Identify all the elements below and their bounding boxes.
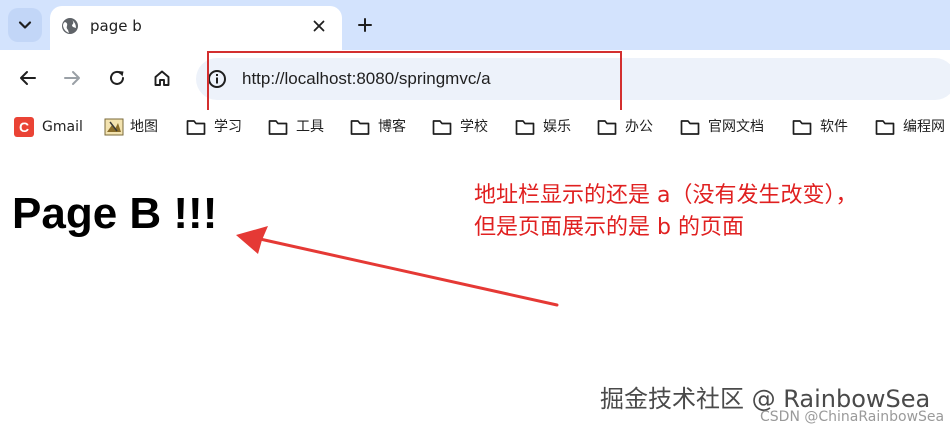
gmail-icon: C [14,117,34,137]
close-icon [313,20,325,32]
home-icon [154,70,170,86]
chevron-down-icon [18,21,32,29]
map-icon [104,118,124,136]
folder-icon [350,120,370,135]
bookmark-folder-office[interactable]: 办公 [597,116,653,138]
folder-icon [432,120,452,135]
tab-strip: page b [0,0,950,50]
info-icon [208,70,226,88]
tab-close-button[interactable] [307,14,331,38]
reload-button[interactable] [103,64,131,92]
address-bar[interactable]: http://localhost:8080/springmvc/a [196,58,950,100]
bookmark-label: Gmail [42,119,83,135]
folder-icon [680,120,700,135]
bookmarks-bar: C Gmail 地图 学习 工具 博客 学校 娱乐 办公 官网文档 软件 编程网 [0,110,950,144]
toolbar: http://localhost:8080/springmvc/a [0,50,950,108]
url-text[interactable]: http://localhost:8080/springmvc/a [242,69,491,89]
folder-icon [515,120,535,135]
plus-icon [358,18,372,32]
bookmark-label: 娱乐 [543,119,571,135]
site-info-button[interactable] [206,68,228,90]
folder-icon [268,120,288,135]
bookmark-label: 编程网 [903,119,945,135]
back-button[interactable] [14,64,42,92]
tab-search-button[interactable] [8,8,42,42]
bookmark-folder-official-docs[interactable]: 官网文档 [680,116,764,138]
arrow-right-icon [64,71,80,85]
folder-icon [186,120,206,135]
globe-icon [62,18,78,34]
folder-icon [875,120,895,135]
bookmark-map[interactable]: 地图 [104,116,158,138]
forward-button[interactable] [58,64,86,92]
bookmark-folder-blog[interactable]: 博客 [350,116,406,138]
bookmark-label: 工具 [296,119,324,135]
bookmark-gmail[interactable]: C Gmail [14,116,83,138]
annotation-arrow [236,226,559,307]
bookmark-label: 官网文档 [708,119,764,135]
bookmark-folder-study[interactable]: 学习 [186,116,242,138]
bookmark-folder-entertainment[interactable]: 娱乐 [515,116,571,138]
bookmark-label: 地图 [130,119,158,135]
arrow-left-icon [20,71,36,85]
tab-title: page b [90,17,142,35]
folder-icon [792,120,812,135]
bookmark-label: 学校 [460,119,488,135]
bookmark-label: 学习 [214,119,242,135]
reload-icon [110,70,124,85]
bookmark-folder-software[interactable]: 软件 [792,116,848,138]
new-tab-button[interactable] [352,12,378,38]
bookmark-label: 博客 [378,119,406,135]
bookmark-folder-school[interactable]: 学校 [432,116,488,138]
bookmark-label: 软件 [820,119,848,135]
home-button[interactable] [148,64,176,92]
folder-icon [597,120,617,135]
bookmark-folder-programming[interactable]: 编程网 [875,116,945,138]
watermark-small-text: CSDN @ChinaRainbowSea [760,409,945,425]
tab-page-b[interactable]: page b [50,6,342,50]
page-content: Page B !!! 地址栏显示的还是 a（没有发生改变）， 但是页面展示的是 … [0,144,950,432]
bookmark-folder-tools[interactable]: 工具 [268,116,324,138]
bookmark-label: 办公 [625,119,653,135]
